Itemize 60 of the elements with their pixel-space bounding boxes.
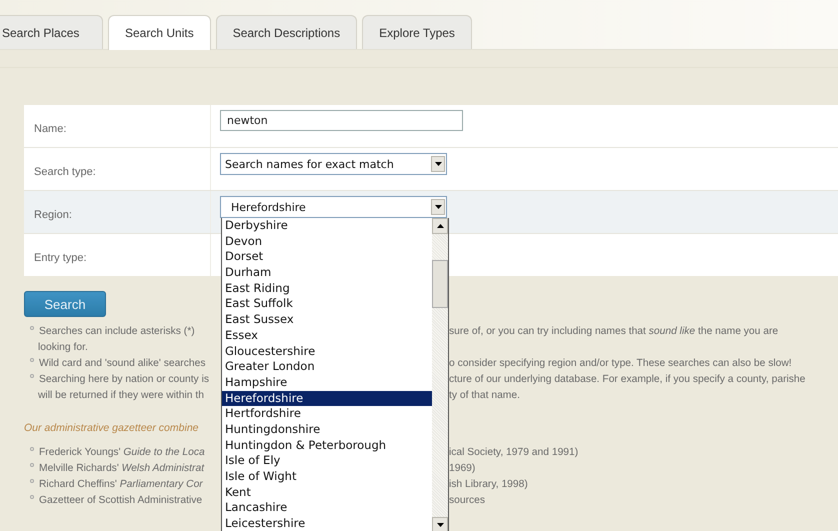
dropdown-option[interactable]: East Sussex bbox=[222, 312, 432, 328]
dropdown-option[interactable]: Greater London bbox=[222, 359, 432, 375]
field-label: Search type: bbox=[34, 166, 96, 178]
note-text: cture of our underlying database. For example, if you specify a county, parishe bbox=[449, 374, 806, 384]
source-text: sources bbox=[449, 494, 486, 506]
dropdown-option[interactable]: East Riding bbox=[222, 280, 432, 296]
note-text: will be returned if they were within th bbox=[38, 390, 204, 400]
dropdown-option[interactable]: Essex bbox=[222, 328, 432, 344]
source-text: Frederick Youngs' Guide to the Loca bbox=[39, 446, 205, 458]
note-text: o consider specifying region and/or type. These searches can also be slow! bbox=[449, 358, 792, 368]
note-text: looking for. bbox=[38, 342, 88, 352]
source-text: Gazetteer of Scottish Administrative bbox=[39, 494, 202, 506]
bullet-icon bbox=[30, 326, 34, 330]
bullet-icon bbox=[30, 463, 34, 467]
dropdown-option[interactable]: Huntingdon & Peterborough bbox=[222, 438, 432, 454]
dropdown-option[interactable]: Devon bbox=[222, 234, 432, 250]
dropdown-option[interactable]: Gloucestershire bbox=[222, 344, 432, 360]
dropdown-option[interactable]: Isle of Ely bbox=[222, 453, 432, 469]
bullet-icon bbox=[30, 358, 34, 362]
dropdown-option[interactable]: Derbyshire bbox=[222, 218, 432, 234]
dropdown-option[interactable]: Kent bbox=[222, 484, 432, 500]
bullet-icon bbox=[30, 374, 34, 378]
tab[interactable]: Search Places bbox=[0, 15, 103, 49]
tab[interactable]: Search Descriptions bbox=[216, 15, 358, 49]
bullet-icon bbox=[30, 495, 34, 499]
note-text: Searches can include asterisks (*) bbox=[39, 326, 195, 336]
dropdown-option[interactable]: Dorset bbox=[222, 249, 432, 266]
dropdown-option[interactable]: East Suffolk bbox=[222, 296, 432, 312]
source-text: Richard Cheffins' Parliamentary Cor bbox=[39, 478, 203, 490]
dropdown-option[interactable]: Lancashire bbox=[222, 500, 432, 516]
bullet-icon bbox=[30, 447, 34, 451]
note-text: Searching here by nation or county is bbox=[39, 374, 209, 384]
note-text: sure of, or you can try including names that sound like the name you are bbox=[449, 326, 778, 336]
section-heading: Our administrative gazetteer combine bbox=[24, 422, 198, 434]
dropdown-option[interactable]: Huntingdonshire bbox=[222, 422, 432, 438]
source-text: Melville Richards' Welsh Administrat bbox=[39, 462, 204, 474]
select-field[interactable]: Search names for exact match bbox=[220, 153, 447, 175]
field-label: Region: bbox=[34, 209, 72, 221]
source-text: 1969) bbox=[449, 462, 476, 474]
note-text: ty of that name. bbox=[449, 390, 520, 400]
scrollbar[interactable] bbox=[432, 218, 448, 531]
scrollbar-thumb[interactable] bbox=[432, 260, 448, 308]
tab[interactable]: Search Units bbox=[108, 15, 211, 50]
scroll-up-icon[interactable] bbox=[432, 218, 448, 234]
input-field[interactable]: newton bbox=[220, 110, 463, 131]
dropdown-option[interactable]: Hertfordshire bbox=[222, 406, 432, 422]
dropdown-option[interactable]: Durham bbox=[222, 265, 432, 281]
bullet-icon bbox=[30, 479, 34, 483]
dropdown-option[interactable]: Leicestershire bbox=[222, 516, 432, 531]
dropdown-option[interactable]: Hampshire bbox=[222, 374, 432, 391]
dropdown-option[interactable]: Herefordshire bbox=[222, 390, 432, 406]
field-label: Name: bbox=[34, 123, 66, 135]
scroll-down-icon[interactable] bbox=[432, 517, 448, 531]
field-label: Entry type: bbox=[34, 252, 87, 264]
source-text: ish Library, 1998) bbox=[449, 478, 528, 490]
note-text: Wild card and 'sound alike' searches bbox=[39, 358, 206, 368]
source-text: ical Society, 1979 and 1991) bbox=[449, 446, 578, 458]
tab[interactable]: Explore Types bbox=[362, 15, 472, 49]
dropdown-option[interactable]: Isle of Wight bbox=[222, 469, 432, 485]
select-field[interactable]: Herefordshire bbox=[220, 196, 447, 218]
